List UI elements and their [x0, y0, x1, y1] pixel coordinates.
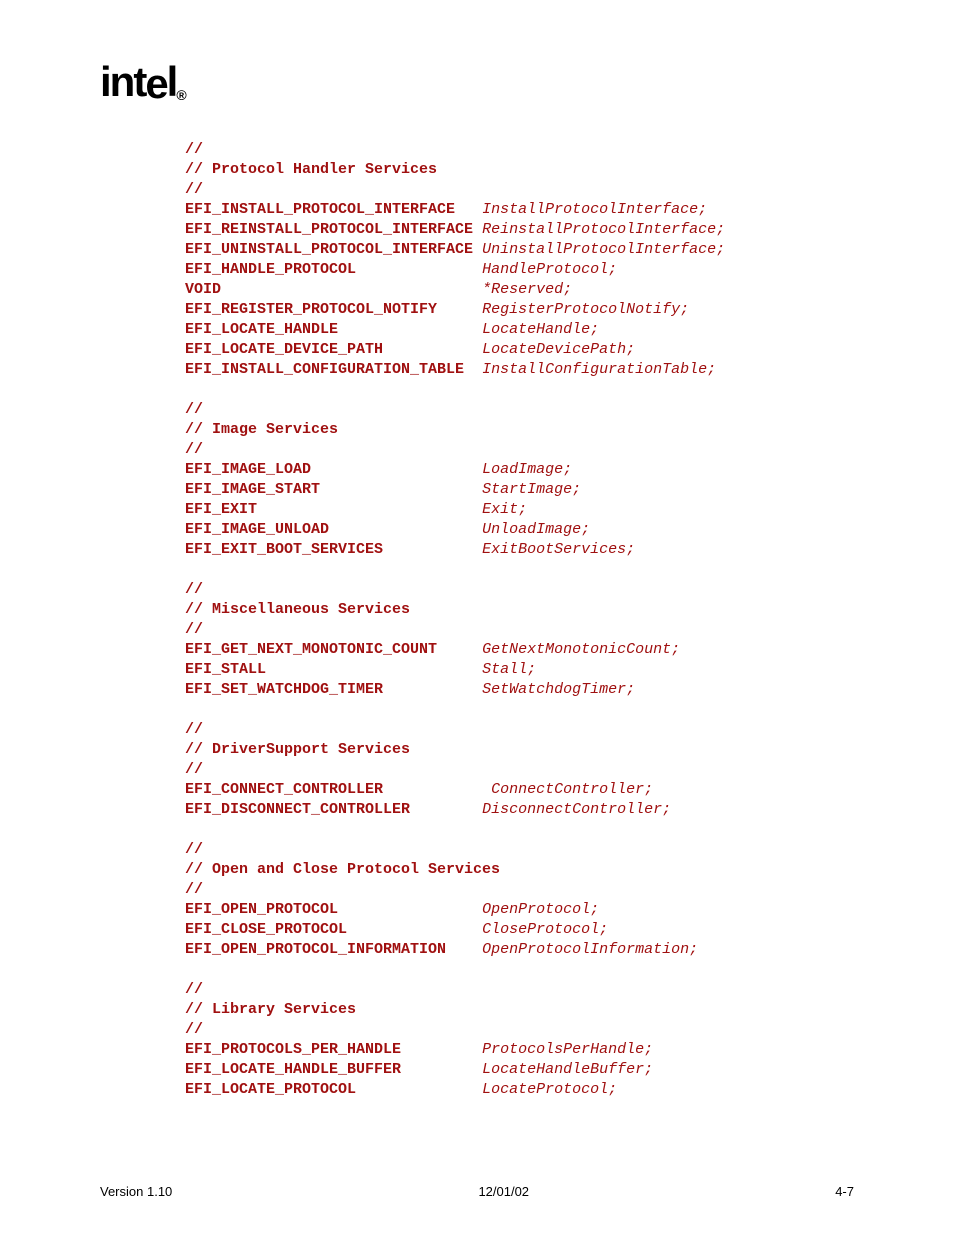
comment-line: // [185, 580, 894, 600]
member-name: Exit; [482, 501, 527, 518]
code-line: EFI_SET_WATCHDOG_TIMER SetWatchdogTimer; [185, 680, 894, 700]
code-line: EFI_IMAGE_UNLOAD UnloadImage; [185, 520, 894, 540]
code-line: EFI_OPEN_PROTOCOL OpenProtocol; [185, 900, 894, 920]
member-name: LocateDevicePath; [482, 341, 635, 358]
code-line: EFI_IMAGE_LOAD LoadImage; [185, 460, 894, 480]
comment-line: // [185, 620, 894, 640]
code-line: EFI_INSTALL_CONFIGURATION_TABLE InstallC… [185, 360, 894, 380]
code-line: EFI_LOCATE_PROTOCOL LocateProtocol; [185, 1080, 894, 1100]
comment-line: // [185, 720, 894, 740]
type-name: EFI_UNINSTALL_PROTOCOL_INTERFACE [185, 241, 473, 258]
member-name: UninstallProtocolInterface; [482, 241, 725, 258]
type-name: EFI_HANDLE_PROTOCOL [185, 261, 356, 278]
code-line: EFI_EXIT Exit; [185, 500, 894, 520]
type-name: EFI_REGISTER_PROTOCOL_NOTIFY [185, 301, 437, 318]
type-name: EFI_IMAGE_UNLOAD [185, 521, 329, 538]
member-name: Stall; [482, 661, 536, 678]
member-name: UnloadImage; [482, 521, 590, 538]
member-name: *Reserved; [482, 281, 572, 298]
code-line: EFI_LOCATE_HANDLE LocateHandle; [185, 320, 894, 340]
code-line: EFI_GET_NEXT_MONOTONIC_COUNT GetNextMono… [185, 640, 894, 660]
code-line: EFI_CLOSE_PROTOCOL CloseProtocol; [185, 920, 894, 940]
type-name: EFI_LOCATE_PROTOCOL [185, 1081, 356, 1098]
comment-line: // DriverSupport Services [185, 740, 894, 760]
member-name: HandleProtocol; [482, 261, 617, 278]
type-name: EFI_LOCATE_HANDLE_BUFFER [185, 1061, 401, 1078]
type-name: EFI_OPEN_PROTOCOL_INFORMATION [185, 941, 446, 958]
code-line: EFI_DISCONNECT_CONTROLLER DisconnectCont… [185, 800, 894, 820]
member-name: CloseProtocol; [482, 921, 608, 938]
member-name: StartImage; [482, 481, 581, 498]
type-name: EFI_IMAGE_START [185, 481, 320, 498]
member-name: ExitBootServices; [482, 541, 635, 558]
code-line: EFI_EXIT_BOOT_SERVICES ExitBootServices; [185, 540, 894, 560]
code-line: EFI_OPEN_PROTOCOL_INFORMATION OpenProtoc… [185, 940, 894, 960]
member-name: OpenProtocol; [482, 901, 599, 918]
code-line: EFI_UNINSTALL_PROTOCOL_INTERFACE Uninsta… [185, 240, 894, 260]
member-name: InstallConfigurationTable; [482, 361, 716, 378]
comment-line: // Library Services [185, 1000, 894, 1020]
type-name: EFI_REINSTALL_PROTOCOL_INTERFACE [185, 221, 473, 238]
code-line: EFI_PROTOCOLS_PER_HANDLE ProtocolsPerHan… [185, 1040, 894, 1060]
member-name: OpenProtocolInformation; [482, 941, 698, 958]
member-name: DisconnectController; [482, 801, 671, 818]
code-content: //// Protocol Handler Services//EFI_INST… [185, 140, 894, 1100]
member-name: LocateHandleBuffer; [482, 1061, 653, 1078]
type-name: EFI_EXIT [185, 501, 257, 518]
type-name: EFI_EXIT_BOOT_SERVICES [185, 541, 383, 558]
code-line: EFI_HANDLE_PROTOCOL HandleProtocol; [185, 260, 894, 280]
type-name: EFI_INSTALL_PROTOCOL_INTERFACE [185, 201, 455, 218]
member-name: LocateProtocol; [482, 1081, 617, 1098]
type-name: EFI_INSTALL_CONFIGURATION_TABLE [185, 361, 464, 378]
type-name: EFI_LOCATE_HANDLE [185, 321, 338, 338]
footer-date: 12/01/02 [478, 1184, 529, 1199]
code-line: EFI_STALL Stall; [185, 660, 894, 680]
type-name: EFI_LOCATE_DEVICE_PATH [185, 341, 383, 358]
footer-page: 4-7 [835, 1184, 854, 1199]
member-name: LoadImage; [482, 461, 572, 478]
type-name: EFI_CONNECT_CONTROLLER [185, 781, 383, 798]
footer-version: Version 1.10 [100, 1184, 172, 1199]
type-name: EFI_IMAGE_LOAD [185, 461, 311, 478]
intel-logo: intel® [100, 58, 185, 106]
code-line: EFI_LOCATE_DEVICE_PATH LocateDevicePath; [185, 340, 894, 360]
comment-line: // [185, 980, 894, 1000]
comment-line: // [185, 180, 894, 200]
member-name: GetNextMonotonicCount; [482, 641, 680, 658]
page-footer: Version 1.10 12/01/02 4-7 [100, 1184, 854, 1199]
code-line: EFI_CONNECT_CONTROLLER ConnectController… [185, 780, 894, 800]
type-name: EFI_STALL [185, 661, 266, 678]
code-line: VOID *Reserved; [185, 280, 894, 300]
type-name: EFI_GET_NEXT_MONOTONIC_COUNT [185, 641, 437, 658]
type-name: EFI_PROTOCOLS_PER_HANDLE [185, 1041, 401, 1058]
member-name: ReinstallProtocolInterface; [482, 221, 725, 238]
comment-line: // Image Services [185, 420, 894, 440]
code-line: EFI_LOCATE_HANDLE_BUFFER LocateHandleBuf… [185, 1060, 894, 1080]
member-name: ConnectController; [491, 781, 653, 798]
comment-line: // Open and Close Protocol Services [185, 860, 894, 880]
member-name: InstallProtocolInterface; [482, 201, 707, 218]
member-name: ProtocolsPerHandle; [482, 1041, 653, 1058]
comment-line: // [185, 440, 894, 460]
comment-line: // [185, 760, 894, 780]
comment-line: // [185, 880, 894, 900]
code-line: EFI_REINSTALL_PROTOCOL_INTERFACE Reinsta… [185, 220, 894, 240]
type-name: EFI_OPEN_PROTOCOL [185, 901, 338, 918]
type-name: EFI_DISCONNECT_CONTROLLER [185, 801, 410, 818]
member-name: LocateHandle; [482, 321, 599, 338]
type-name: EFI_SET_WATCHDOG_TIMER [185, 681, 383, 698]
comment-line: // Miscellaneous Services [185, 600, 894, 620]
code-line: EFI_REGISTER_PROTOCOL_NOTIFY RegisterPro… [185, 300, 894, 320]
type-name: EFI_CLOSE_PROTOCOL [185, 921, 347, 938]
code-line: EFI_INSTALL_PROTOCOL_INTERFACE InstallPr… [185, 200, 894, 220]
type-name: VOID [185, 281, 221, 298]
comment-line: // Protocol Handler Services [185, 160, 894, 180]
code-line: EFI_IMAGE_START StartImage; [185, 480, 894, 500]
member-name: RegisterProtocolNotify; [482, 301, 689, 318]
comment-line: // [185, 400, 894, 420]
comment-line: // [185, 1020, 894, 1040]
member-name: SetWatchdogTimer; [482, 681, 635, 698]
comment-line: // [185, 140, 894, 160]
comment-line: // [185, 840, 894, 860]
